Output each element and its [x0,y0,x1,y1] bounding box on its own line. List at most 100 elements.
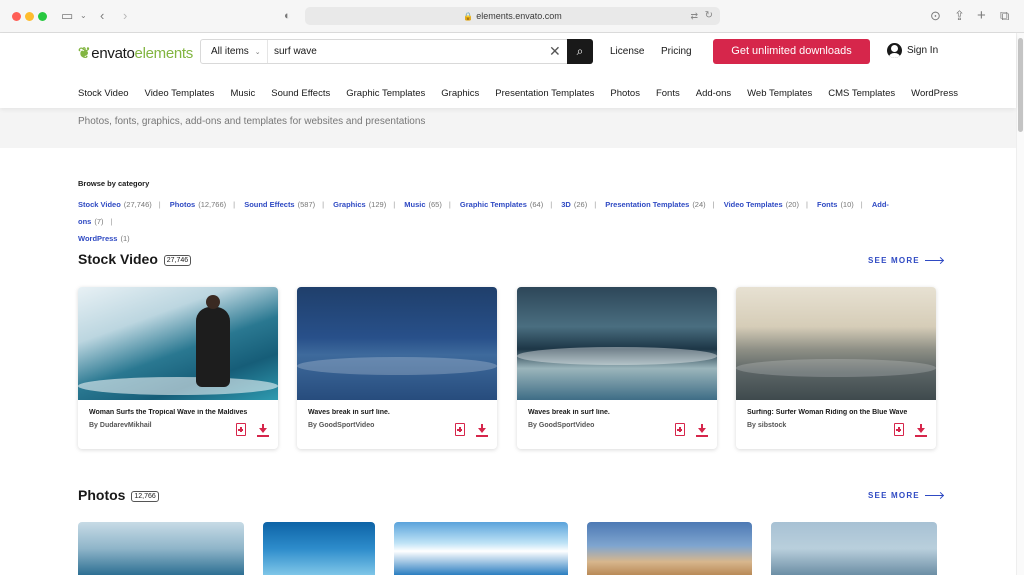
bookmark-add-icon[interactable] [894,423,904,436]
pricing-link[interactable]: Pricing [661,46,692,57]
nav-stock-video[interactable]: Stock Video [78,88,129,99]
category-link[interactable]: Stock Video (27,746) [78,200,152,209]
nav-graphic-templates[interactable]: Graphic Templates [346,88,425,99]
bookmark-add-icon[interactable] [236,423,246,436]
user-icon [887,43,902,58]
video-title[interactable]: Waves break in surf line. [528,409,700,416]
video-author[interactable]: By GoodSportVideo [528,422,594,429]
video-author[interactable]: By sibstock [747,422,786,429]
photo-thumbnail[interactable] [78,522,244,575]
minimize-window-button[interactable] [25,12,34,21]
envato-elements-logo[interactable]: ❦envatoelements [78,44,193,62]
clear-search-icon[interactable]: ✕ [549,40,561,63]
video-card[interactable]: Waves break in surf line. By GoodSportVi… [517,287,717,449]
nav-web-templates[interactable]: Web Templates [747,88,812,99]
new-tab-icon[interactable]: + [977,8,986,24]
nav-wordpress[interactable]: WordPress [911,88,958,99]
download-icon[interactable] [257,424,269,437]
search-scope-dropdown[interactable]: All items ⌄ [201,40,268,63]
downloads-icon[interactable]: ⊙ [930,8,941,24]
category-link[interactable]: Fonts (10) [817,200,854,209]
chevron-down-icon: ⌄ [254,49,261,56]
video-thumbnail[interactable] [297,287,497,400]
video-card[interactable]: Waves break in surf line. By GoodSportVi… [297,287,497,449]
photos-section-title: Photos 12,766 [78,487,159,503]
photo-thumbnail[interactable] [587,522,752,575]
arrow-right-icon [924,495,943,497]
tab-overview-icon[interactable]: ⧉ [1000,8,1009,24]
category-link[interactable]: Sound Effects (587) [244,200,315,209]
video-title[interactable]: Woman Surfs the Tropical Wave in the Mal… [89,409,261,416]
download-icon[interactable] [915,424,927,437]
search-button[interactable]: ⌕ [567,39,593,64]
category-link[interactable]: Music (65) [404,200,442,209]
hero-strip: Photos, fonts, graphics, add-ons and tem… [0,108,1016,148]
category-link[interactable]: Presentation Templates (24) [605,200,705,209]
get-unlimited-downloads-button[interactable]: Get unlimited downloads [713,39,870,64]
search-bar: All items ⌄ surf wave ✕ ⌕ [200,39,593,64]
arrow-right-icon [924,260,943,262]
lock-icon: 🔒 [463,12,474,21]
translate-icon[interactable]: ⇄ [690,7,698,25]
category-link[interactable]: Graphic Templates (64) [460,200,543,209]
logo-prefix: envato [91,45,135,62]
bookmark-add-icon[interactable] [455,423,465,436]
category-link[interactable]: 3D (26) [561,200,587,209]
bookmark-add-icon[interactable] [675,423,685,436]
nav-cms-templates[interactable]: CMS Templates [828,88,895,99]
photos-see-more-link[interactable]: SEE MORE [868,491,943,500]
category-link[interactable]: Photos (12,766) [170,200,226,209]
nav-graphics[interactable]: Graphics [441,88,479,99]
photo-thumbnail[interactable] [771,522,937,575]
nav-presentation-templates[interactable]: Presentation Templates [495,88,594,99]
nav-fonts[interactable]: Fonts [656,88,680,99]
url-text: elements.envato.com [476,11,562,21]
video-thumbnail[interactable] [736,287,936,400]
video-author[interactable]: By GoodSportVideo [308,422,374,429]
sign-in-button[interactable]: Sign In [887,43,938,59]
sidebar-toggle-icon[interactable]: ▭ [61,8,73,24]
search-input[interactable]: surf wave [274,40,317,63]
back-icon[interactable]: ‹ [100,8,104,24]
logo-suffix: elements [134,45,194,62]
close-window-button[interactable] [12,12,21,21]
nav-photos[interactable]: Photos [610,88,640,99]
photo-thumbnail[interactable] [394,522,568,575]
browse-by-category-title: Browse by category [78,179,150,188]
forward-icon[interactable]: › [123,8,127,24]
license-link[interactable]: License [610,46,644,57]
nav-add-ons[interactable]: Add-ons [696,88,731,99]
search-icon: ⌕ [576,44,584,58]
download-icon[interactable] [696,424,708,437]
video-author[interactable]: By DudarevMikhail [89,422,152,429]
browser-toolbar: ▭ ⌄ ‹ › ◐ 🔒 elements.envato.com ⇄ ↻ ⊙ ⇪ +… [0,0,1024,33]
category-link[interactable]: Graphics (129) [333,200,386,209]
video-thumbnail[interactable] [78,287,278,400]
video-title[interactable]: Waves break in surf line. [308,409,480,416]
download-icon[interactable] [476,424,488,437]
reload-icon[interactable]: ↻ [705,7,713,25]
video-title[interactable]: Surfing: Surfer Woman Riding on the Blue… [747,409,919,416]
nav-video-templates[interactable]: Video Templates [145,88,215,99]
category-link[interactable]: Video Templates (20) [724,200,799,209]
nav-music[interactable]: Music [230,88,255,99]
nav-sound-effects[interactable]: Sound Effects [271,88,330,99]
category-link[interactable]: WordPress (1) [78,234,130,243]
count-badge: 12,766 [131,490,159,502]
photo-thumbnail[interactable] [263,522,375,575]
video-card[interactable]: Surfing: Surfer Woman Riding on the Blue… [736,287,936,449]
scrollbar-thumb[interactable] [1018,38,1023,132]
video-thumbnail[interactable] [517,287,717,400]
chevron-down-icon[interactable]: ⌄ [80,8,87,24]
search-scope-label: All items [211,46,249,57]
address-bar[interactable]: 🔒 elements.envato.com ⇄ ↻ [305,7,720,25]
scrollbar[interactable] [1016,33,1024,575]
privacy-shield-icon[interactable]: ◐ [284,8,291,24]
video-card[interactable]: Woman Surfs the Tropical Wave in the Mal… [78,287,278,449]
leaf-icon: ❦ [78,45,91,62]
count-badge: 27,746 [163,254,192,266]
maximize-window-button[interactable] [38,12,47,21]
category-links: Stock Video (27,746) | Photos (12,766) | Sou… [78,200,889,243]
share-icon[interactable]: ⇪ [954,8,965,24]
stock-video-see-more-link[interactable]: SEE MORE [868,256,943,265]
